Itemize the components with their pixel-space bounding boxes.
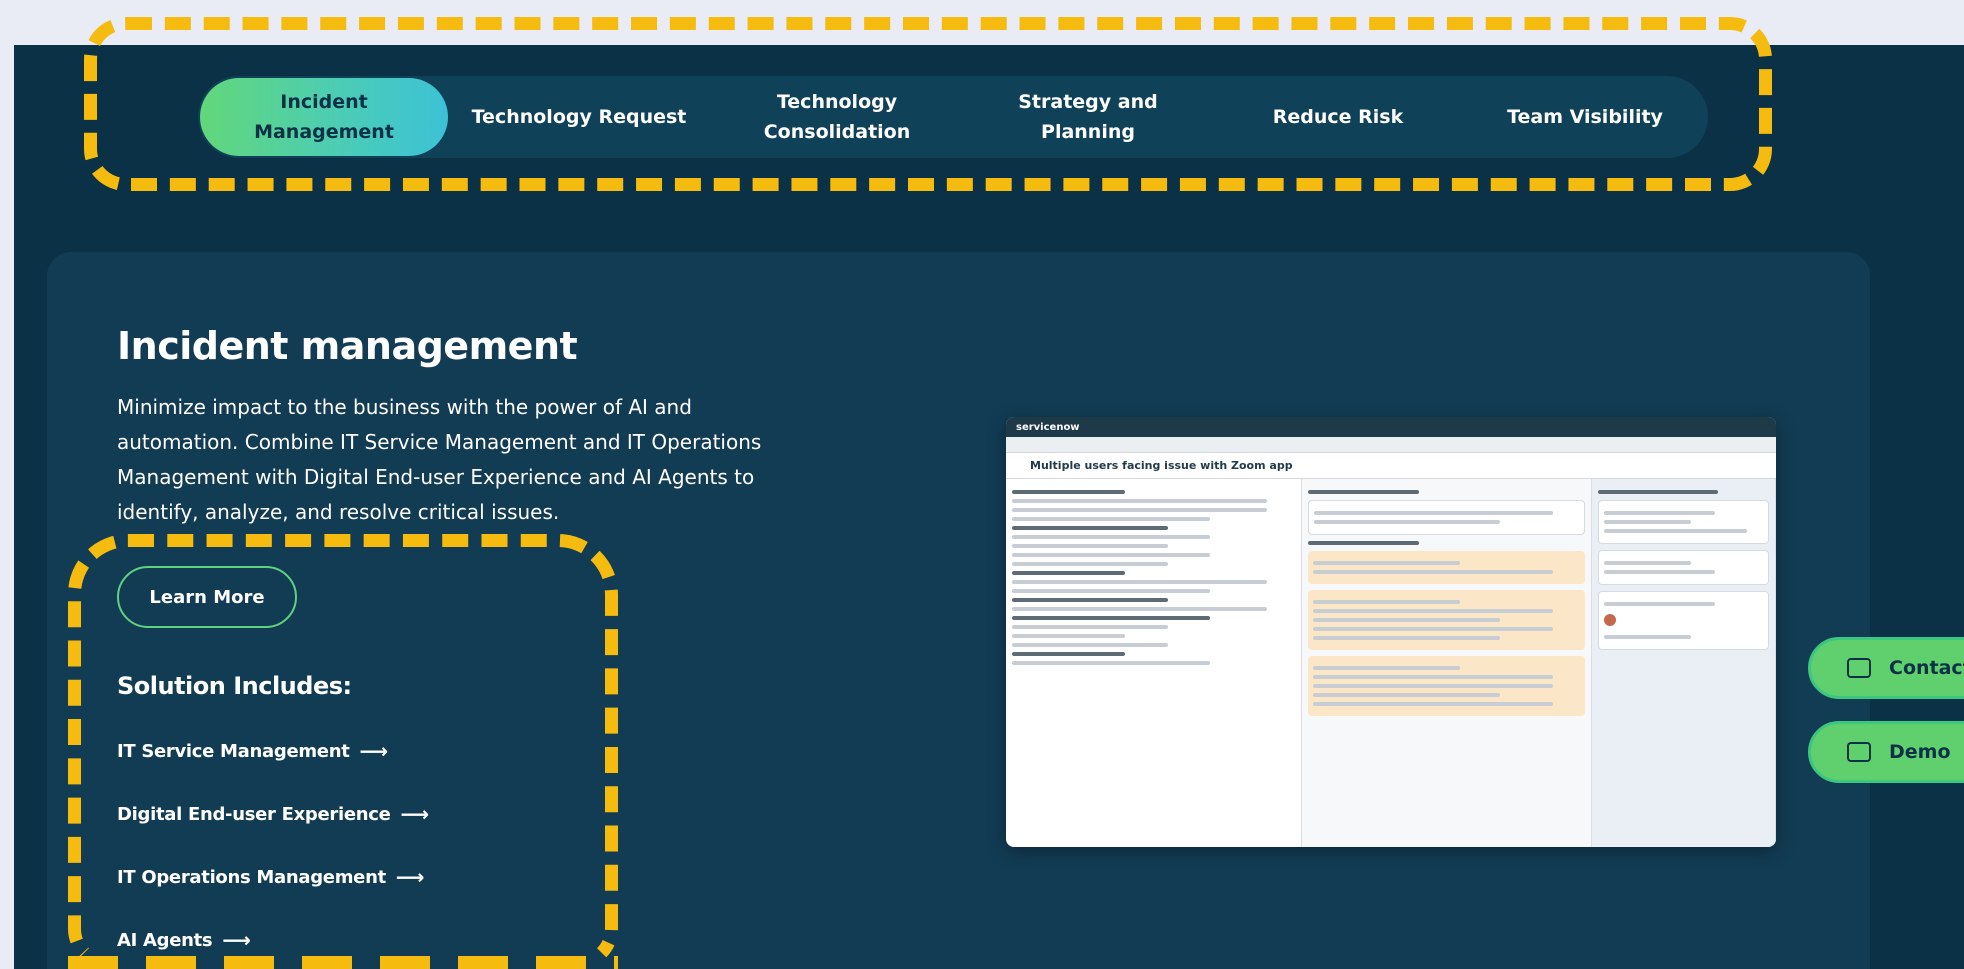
screenshot-details-column (1006, 479, 1302, 847)
demo-label: Demo (1889, 741, 1951, 763)
section-title: Incident management (117, 324, 578, 368)
screenshot-activity-column (1302, 479, 1592, 847)
avatar (1604, 614, 1616, 626)
servicenow-logo: servicenow (1016, 421, 1080, 433)
contact-label: Contact (1889, 657, 1964, 679)
highlight-dashed-frame-solutions (68, 534, 618, 969)
screenshot-header: Multiple users facing issue with Zoom ap… (1006, 453, 1776, 479)
screenshot-tabbar (1006, 437, 1776, 453)
section-description: Minimize impact to the business with the… (117, 395, 762, 524)
screenshot-body (1006, 479, 1776, 847)
highlight-dashed-frame-tabs (84, 17, 1772, 191)
highlight-dashed-frame-bottom (68, 956, 618, 969)
screenshot-record-info-column (1592, 479, 1776, 847)
screenshot-heading: Multiple users facing issue with Zoom ap… (1030, 459, 1293, 472)
chat-icon (1847, 658, 1871, 678)
laptop-icon (1847, 742, 1871, 762)
demo-button[interactable]: Demo (1808, 721, 1964, 783)
contact-button[interactable]: Contact (1808, 637, 1964, 699)
product-screenshot: servicenow Multiple users facing issue w… (1006, 417, 1776, 847)
screenshot-topbar: servicenow (1006, 417, 1776, 437)
